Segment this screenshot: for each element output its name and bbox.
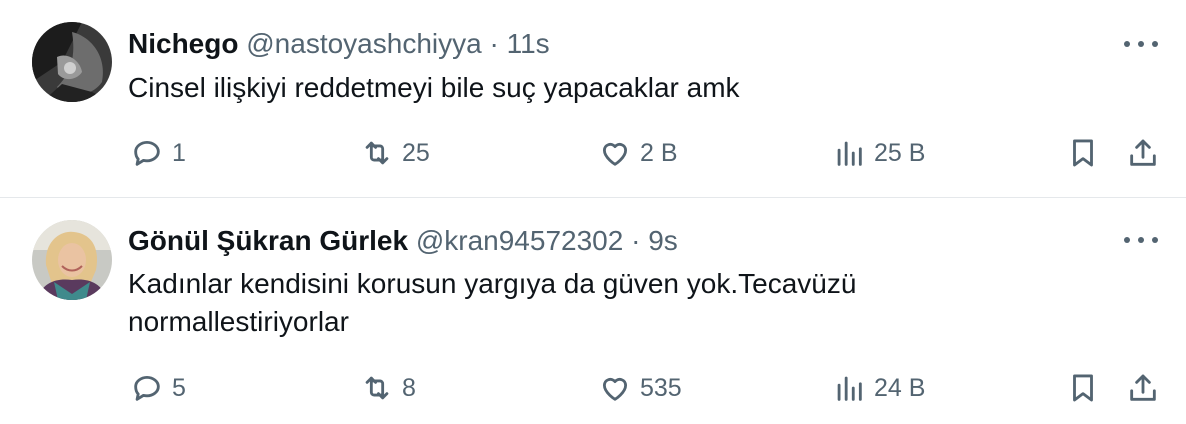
retweet-count: 25	[402, 138, 430, 167]
share-button[interactable]	[1126, 133, 1160, 173]
action-bar: 1 25 2 B 25 B	[0, 133, 1186, 173]
author-name[interactable]: Gönül Şükran Gürlek	[128, 225, 408, 256]
views-button[interactable]: 25 B	[832, 133, 925, 173]
more-icon[interactable]	[1124, 234, 1158, 246]
tweet-text: Cinsel ilişkiyi reddetmeyi bile suç yapa…	[128, 72, 740, 103]
reply-button[interactable]: 1	[130, 133, 186, 173]
tweet-text: Kadınlar kendisini korusun yargıya da gü…	[128, 268, 857, 337]
avatar[interactable]	[32, 220, 112, 300]
like-button[interactable]: 535	[598, 368, 682, 408]
tweet-header: Nichego @nastoyashchiyya · 11s	[128, 28, 550, 60]
bookmark-button[interactable]	[1066, 133, 1100, 173]
bookmark-icon	[1073, 139, 1093, 167]
separator: ·	[631, 225, 641, 256]
author-handle[interactable]: @nastoyashchiyya	[246, 28, 481, 59]
views-icon	[837, 141, 862, 166]
retweet-icon	[365, 376, 389, 400]
reply-icon	[134, 140, 160, 166]
author-handle[interactable]: @kran94572302	[416, 225, 623, 256]
separator: ·	[489, 28, 499, 59]
view-count: 24 B	[874, 373, 926, 402]
retweet-icon	[365, 141, 389, 165]
author-name[interactable]: Nichego	[128, 28, 238, 59]
reply-count: 1	[172, 138, 186, 167]
tweet[interactable]: Nichego @nastoyashchiyya · 11s Cinsel il…	[0, 0, 1186, 198]
like-button[interactable]: 2 B	[598, 133, 678, 173]
views-button[interactable]: 24 B	[832, 368, 925, 408]
share-icon	[1130, 374, 1156, 401]
action-bar: 5 8 535 24 B	[0, 368, 1186, 408]
bookmark-button[interactable]	[1066, 368, 1100, 408]
tweet[interactable]: Gönül Şükran Gürlek @kran94572302 · 9s K…	[0, 198, 1186, 424]
retweet-button[interactable]: 8	[360, 368, 416, 408]
like-count: 535	[640, 373, 682, 402]
timestamp[interactable]: 11s	[507, 28, 550, 59]
like-count: 2 B	[640, 138, 678, 167]
reply-button[interactable]: 5	[130, 368, 186, 408]
heart-icon	[602, 142, 628, 166]
share-button[interactable]	[1126, 368, 1160, 408]
views-icon	[837, 376, 862, 401]
bookmark-icon	[1073, 374, 1093, 402]
tweet-header: Gönül Şükran Gürlek @kran94572302 · 9s	[128, 225, 678, 257]
timestamp[interactable]: 9s	[648, 225, 678, 256]
retweet-count: 8	[402, 373, 416, 402]
more-icon[interactable]	[1124, 38, 1158, 50]
view-count: 25 B	[874, 138, 926, 167]
share-icon	[1130, 139, 1156, 166]
avatar[interactable]	[32, 22, 112, 102]
retweet-button[interactable]: 25	[360, 133, 430, 173]
reply-icon	[134, 375, 160, 401]
heart-icon	[602, 377, 628, 401]
reply-count: 5	[172, 373, 186, 402]
